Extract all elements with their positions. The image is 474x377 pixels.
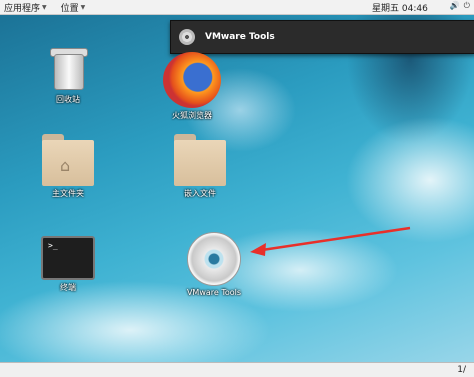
desktop: 应用程序 ▼ 位置 ▼ 星期五 04:46 🔊 ⏻ VMware Tools 回… — [0, 0, 474, 377]
arrow-shaft — [261, 226, 411, 252]
arrow-head — [250, 243, 266, 256]
workspace-indicator[interactable]: 1/ — [457, 365, 466, 375]
annotation-arrow — [250, 226, 411, 256]
bottom-panel: 1/ — [0, 362, 474, 377]
